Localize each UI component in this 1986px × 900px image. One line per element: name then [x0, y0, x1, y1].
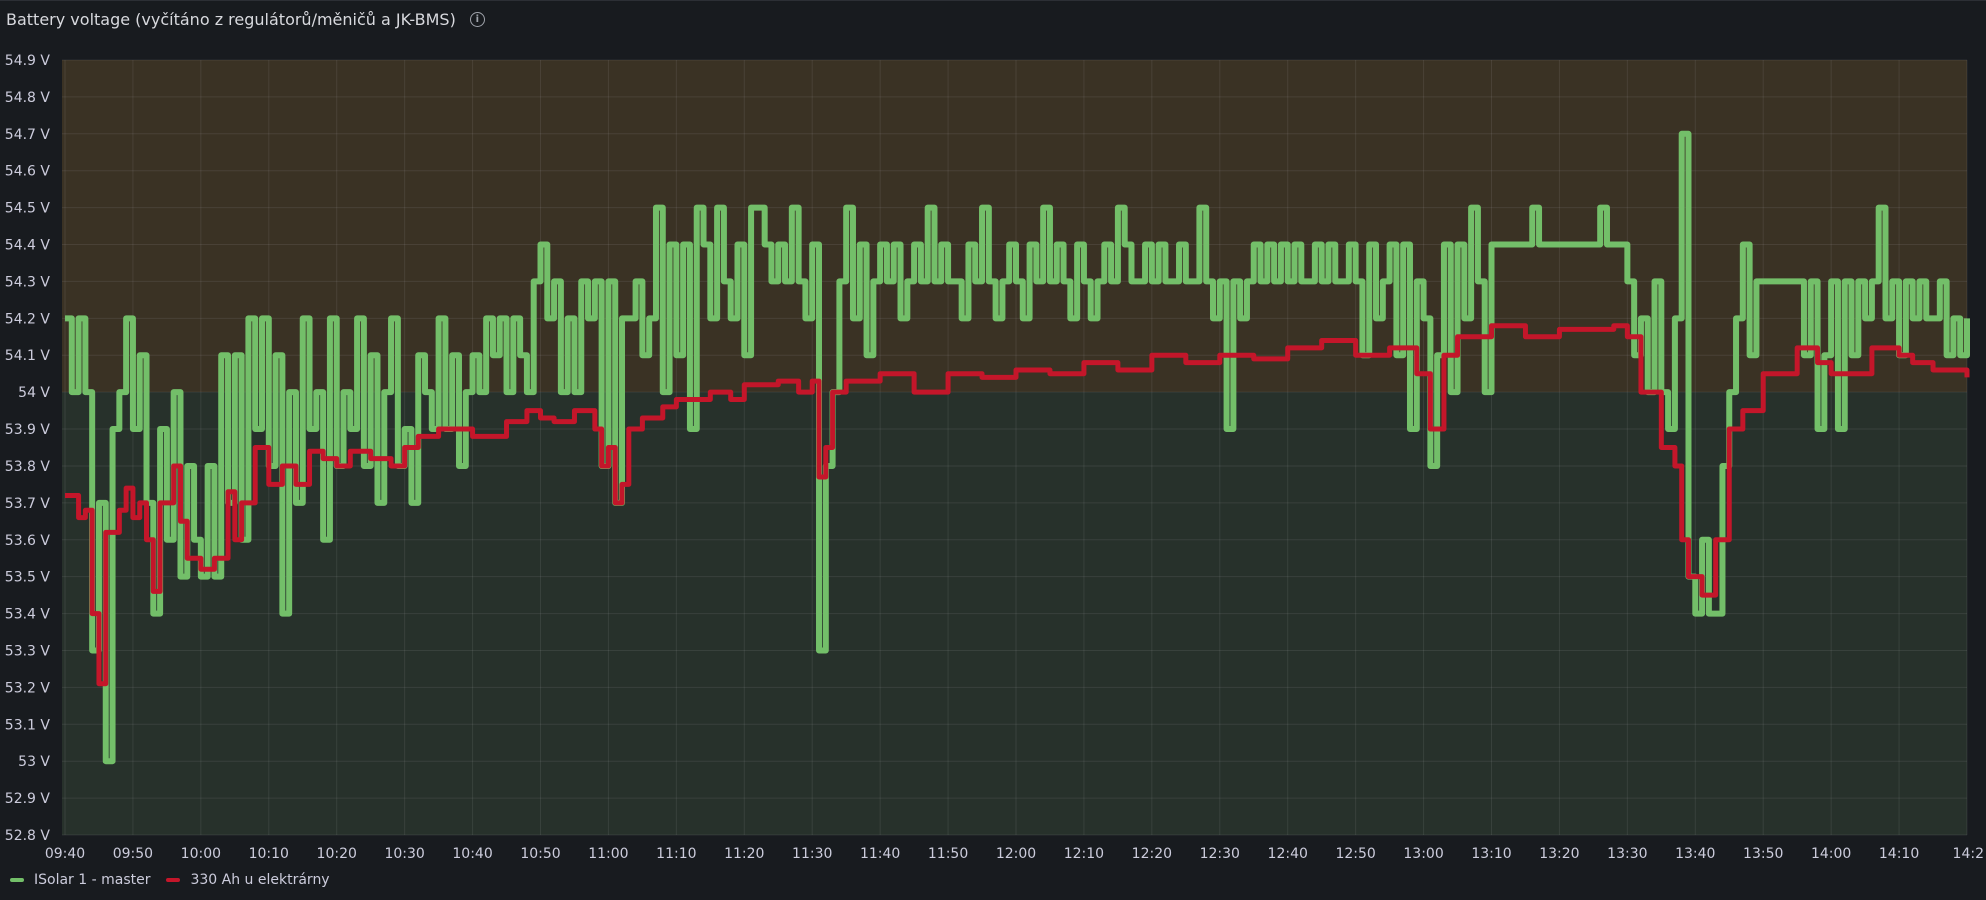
y-tick-label: 54 V — [18, 385, 50, 401]
x-tick-label: 13:40 — [1675, 846, 1715, 862]
legend-item-330ah[interactable]: 330 Ah u elektrárny — [166, 872, 330, 888]
x-tick-label: 12:50 — [1335, 846, 1375, 862]
y-tick-label: 54.5 V — [5, 201, 51, 217]
x-tick-label: 09:40 — [45, 846, 85, 862]
x-tick-label: 12:40 — [1268, 846, 1308, 862]
x-tick-label: 13:30 — [1607, 846, 1647, 862]
legend-label: 330 Ah u elektrárny — [190, 872, 330, 888]
x-tick-label: 13:00 — [1403, 846, 1443, 862]
y-tick-label: 54.1 V — [5, 348, 51, 364]
x-tick-label: 10:10 — [249, 846, 289, 862]
y-tick-label: 54.2 V — [5, 311, 51, 327]
y-tick-label: 53.8 V — [5, 459, 51, 475]
y-tick-label: 53.5 V — [5, 570, 51, 586]
legend-swatch-green — [10, 878, 24, 882]
x-tick-label: 10:20 — [317, 846, 357, 862]
y-tick-label: 52.8 V — [5, 828, 51, 844]
x-tick-label: 13:20 — [1539, 846, 1579, 862]
x-tick-label: 13:50 — [1743, 846, 1783, 862]
legend-swatch-red — [166, 878, 181, 882]
x-tick-label: 10:30 — [384, 846, 424, 862]
legend: ISolar 1 - master 330 Ah u elektrárny — [10, 872, 330, 888]
y-tick-label: 53.7 V — [5, 496, 51, 512]
legend-label: ISolar 1 - master — [34, 872, 151, 888]
x-tick-label: 11:50 — [928, 846, 968, 862]
x-tick-label: 10:50 — [520, 846, 560, 862]
y-tick-label: 53.3 V — [5, 643, 51, 659]
y-tick-label: 53.9 V — [5, 422, 51, 438]
y-tick-label: 53.4 V — [5, 607, 51, 623]
x-tick-label: 11:20 — [724, 846, 764, 862]
x-tick-label: 14:00 — [1811, 846, 1851, 862]
y-tick-label: 54.3 V — [5, 274, 51, 290]
x-tick-label: 10:00 — [181, 846, 221, 862]
y-tick-label: 53.6 V — [5, 533, 51, 549]
y-tick-label: 52.9 V — [5, 791, 51, 807]
x-tick-label: 11:00 — [588, 846, 628, 862]
x-tick-label: 13:10 — [1471, 846, 1511, 862]
legend-item-isolar[interactable]: ISolar 1 - master — [10, 872, 150, 888]
y-tick-label: 54.9 V — [5, 53, 51, 69]
y-tick-label: 54.7 V — [5, 127, 51, 143]
x-tick-label: 09:50 — [113, 846, 153, 862]
x-tick-label: 10:40 — [452, 846, 492, 862]
y-tick-label: 53 V — [18, 754, 50, 770]
x-tick-label: 11:40 — [860, 846, 900, 862]
y-tick-label: 53.1 V — [5, 717, 51, 733]
x-tick-label: 12:10 — [1064, 846, 1104, 862]
y-tick-label: 54.4 V — [5, 238, 51, 254]
x-tick-label: 11:10 — [656, 846, 696, 862]
x-tick-label: 14:10 — [1879, 846, 1919, 862]
x-tick-label: 12:20 — [1132, 846, 1172, 862]
x-tick-label: 12:00 — [996, 846, 1036, 862]
x-tick-label: 14:2 — [1953, 846, 1984, 862]
x-tick-label: 11:30 — [792, 846, 832, 862]
y-tick-label: 54.6 V — [5, 164, 51, 180]
chart[interactable]: 54.9 V 54.8 V 54.7 V 54.6 V 54.5 V 54.4 V 54.3… — [0, 0, 1986, 870]
y-tick-label: 54.8 V — [5, 90, 51, 106]
x-tick-label: 12:30 — [1200, 846, 1240, 862]
y-tick-label: 53.2 V — [5, 680, 51, 696]
